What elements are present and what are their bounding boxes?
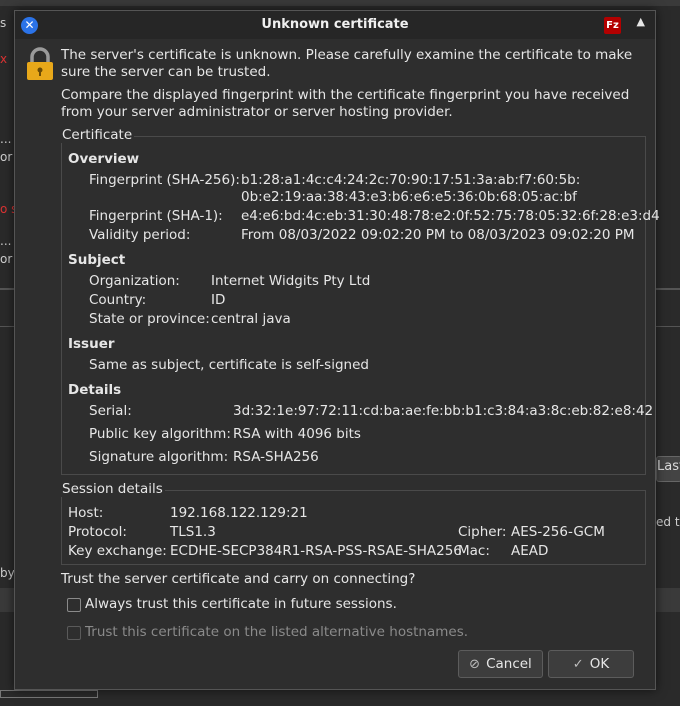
ok-button-label: OK [589, 656, 610, 672]
country-value: ID [211, 292, 226, 308]
background-divider [656, 326, 680, 327]
lock-icon [27, 47, 53, 80]
state-value: central java [211, 311, 291, 327]
sha256-value-line2: 0b:e2:19:aa:38:43:e3:b6:e6:e5:36:0b:68:0… [241, 189, 577, 205]
sha256-label: Fingerprint (SHA-256): [89, 172, 240, 188]
session-details-label: Session details [60, 481, 165, 497]
alt-hostnames-checkbox [67, 626, 81, 640]
serial-value: 3d:32:1e:97:72:11:cd:ba:ae:fe:bb:b1:c3:8… [233, 403, 654, 419]
public-key-label: Public key algorithm: [89, 426, 231, 442]
ok-button[interactable]: ✓ OK [548, 650, 634, 678]
sha1-label: Fingerprint (SHA-1): [89, 208, 223, 224]
always-trust-label[interactable]: Always trust this certificate in future … [85, 596, 397, 613]
issuer-value: Same as subject, certificate is self-sig… [89, 357, 369, 373]
public-key-value: RSA with 4096 bits [233, 426, 361, 442]
country-label: Country: [89, 292, 147, 308]
fingerprint-instruction-text: Compare the displayed fingerprint with t… [61, 87, 630, 120]
mac-value: AEAD [511, 543, 549, 559]
background-fragment: or [0, 252, 13, 266]
background-fragment: by [0, 566, 15, 580]
background-divider [0, 588, 14, 612]
serial-label: Serial: [89, 403, 132, 419]
details-heading: Details [68, 382, 122, 398]
background-last-button: Last [656, 456, 680, 482]
background-divider [0, 288, 14, 290]
background-fragment: s [0, 16, 7, 30]
organization-label: Organization: [89, 273, 180, 289]
subject-heading: Subject [68, 252, 126, 268]
unknown-certificate-dialog: ✕ Unknown certificate Fz ▲ The server's … [14, 10, 660, 690]
background-fragment: x [0, 52, 8, 66]
organization-value: Internet Widgits Pty Ltd [211, 273, 371, 289]
background-fragment: or [0, 150, 13, 164]
cipher-label: Cipher: [458, 524, 507, 540]
cancel-button[interactable]: ⊘ Cancel [458, 650, 543, 678]
state-label: State or province: [89, 311, 210, 327]
alt-hostnames-label: Trust this certificate on the listed alt… [85, 624, 469, 640]
overview-heading: Overview [68, 151, 140, 167]
background-divider [0, 326, 14, 327]
key-exchange-label: Key exchange: [68, 543, 167, 559]
cancel-icon: ⊘ [469, 656, 481, 672]
background-fragment: ed te [656, 515, 680, 529]
key-exchange-value: ECDHE-SECP384R1-RSA-PSS-RSAE-SHA256 [170, 543, 462, 559]
background-bottom-panel [0, 690, 98, 698]
sha256-value: b1:28:a1:4c:c4:24:2c:70:90:17:51:3a:ab:f… [241, 172, 581, 188]
signature-label: Signature algorithm: [89, 449, 229, 465]
filezilla-app-icon: Fz [604, 17, 621, 34]
intro-text: The server's certificate is unknown. Ple… [61, 47, 633, 80]
background-top-bar [0, 0, 680, 6]
background-fragment: ... [0, 132, 12, 146]
issuer-heading: Issuer [68, 336, 115, 352]
background-divider [656, 288, 680, 290]
protocol-label: Protocol: [68, 524, 127, 540]
validity-value: From 08/03/2022 09:02:20 PM to 08/03/202… [241, 227, 635, 243]
cancel-button-label: Cancel [486, 656, 532, 672]
background-divider [656, 588, 680, 612]
shade-up-icon[interactable]: ▲ [637, 15, 645, 28]
checkmark-icon: ✓ [572, 656, 584, 672]
cipher-value: AES-256-GCM [511, 524, 605, 540]
trust-question: Trust the server certificate and carry o… [61, 571, 416, 587]
certificate-group-label: Certificate [60, 127, 135, 143]
background-fragment: ... [0, 234, 12, 248]
dialog-title: Unknown certificate [261, 17, 409, 32]
host-label: Host: [68, 505, 104, 521]
sha1-value: e4:e6:bd:4c:eb:31:30:48:78:e2:0f:52:75:7… [241, 208, 660, 224]
mac-label: Mac: [458, 543, 490, 559]
host-value: 192.168.122.129:21 [170, 505, 308, 521]
always-trust-checkbox[interactable] [67, 598, 81, 612]
protocol-value: TLS1.3 [170, 524, 216, 540]
signature-value: RSA-SHA256 [233, 449, 319, 465]
title-bar: ✕ Unknown certificate Fz ▲ [15, 11, 655, 39]
validity-label: Validity period: [89, 227, 191, 243]
